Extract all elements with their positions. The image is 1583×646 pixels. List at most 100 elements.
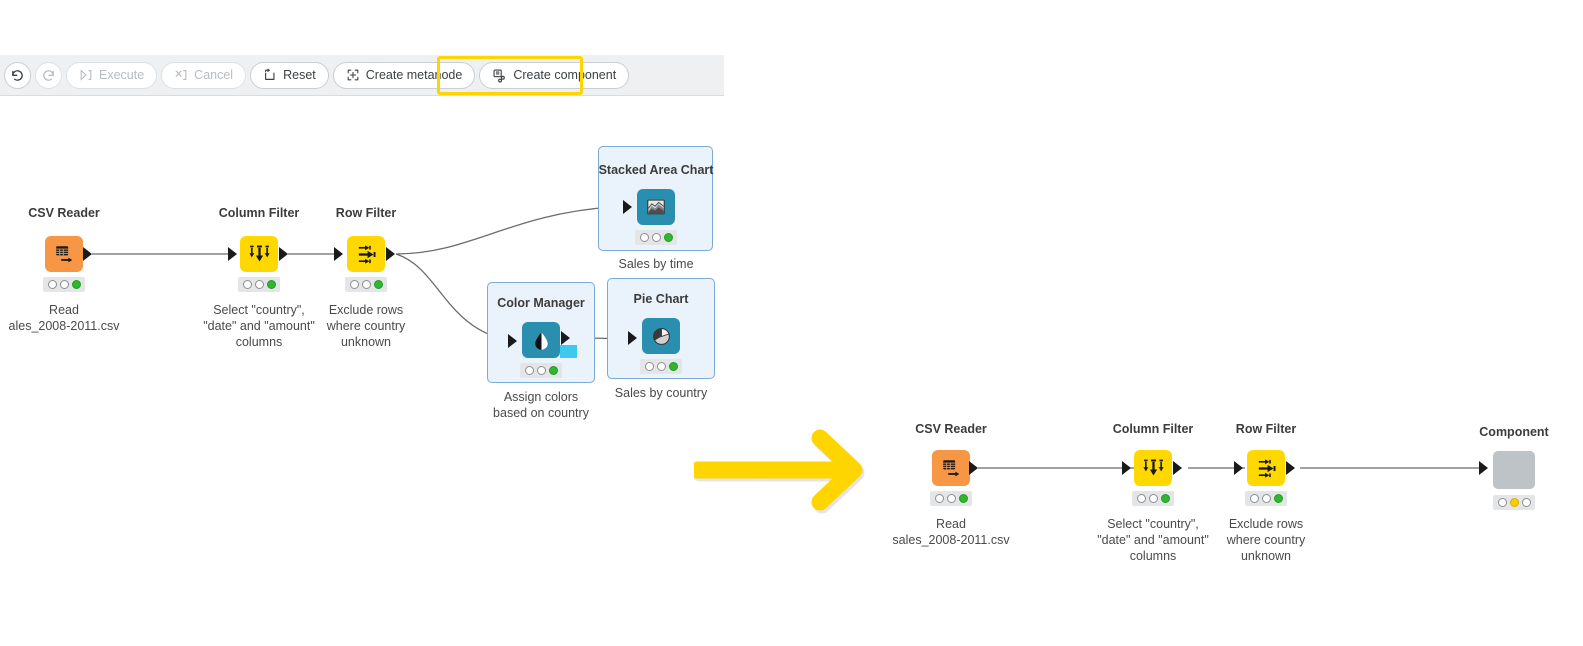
- port-in-component[interactable]: [1479, 461, 1488, 475]
- status-dot-idle: [639, 233, 649, 242]
- status-dot-configured: [1261, 494, 1271, 503]
- component-status: [1493, 495, 1535, 510]
- column-filter-2-status: [1132, 491, 1174, 506]
- port-in-pie-chart[interactable]: [628, 331, 637, 345]
- status-dot-executed: [266, 280, 276, 289]
- column-filter-node-box[interactable]: [240, 236, 278, 272]
- port-out-column-filter-2[interactable]: [1173, 461, 1182, 475]
- stacked-area-chart-status: [635, 230, 677, 245]
- subtitle-line: Assign colors: [503, 390, 579, 404]
- csv-reader-node-box[interactable]: [45, 236, 83, 272]
- node-title: Color Manager: [497, 296, 585, 310]
- column-filter-icon: [248, 243, 271, 266]
- redo-button[interactable]: [35, 61, 62, 89]
- node-row-filter[interactable]: Row Filter Exclude rows where country un…: [327, 206, 406, 349]
- port-in-color-manager[interactable]: [508, 334, 517, 348]
- status-dot-configured: [1148, 494, 1158, 503]
- status-dot-idle: [524, 366, 534, 375]
- port-in-row-filter-2[interactable]: [1234, 461, 1243, 475]
- droplet-icon: [531, 330, 552, 351]
- reset-icon: [263, 68, 277, 82]
- stacked-area-chart-subtitle: Sales by time: [618, 256, 693, 272]
- subtitle-line: columns: [235, 335, 283, 349]
- pie-chart-status: [640, 359, 682, 374]
- pie-chart-node-box[interactable]: [642, 318, 680, 354]
- status-dot-idle: [644, 362, 654, 371]
- subtitle-line: Select "country",: [1107, 517, 1199, 531]
- row-filter-node-box[interactable]: [347, 236, 385, 272]
- execute-icon: [79, 68, 93, 82]
- create-component-label: Create component: [513, 68, 617, 82]
- port-in-column-filter[interactable]: [228, 247, 237, 261]
- create-metanode-button[interactable]: Create metanode: [332, 61, 476, 89]
- status-dot-configured: [946, 494, 956, 503]
- csv-reader-2-subtitle: Read sales_2008-2011.csv: [892, 516, 1009, 548]
- port-out-color-manager[interactable]: [561, 331, 570, 345]
- subtitle-line: "date" and "amount": [1097, 533, 1209, 547]
- color-manager-color-tab: [560, 345, 577, 358]
- status-dot-executed: [548, 366, 558, 375]
- status-dot-executed: [1273, 494, 1283, 503]
- subtitle-line: unknown: [1240, 549, 1292, 563]
- port-in-row-filter[interactable]: [334, 247, 343, 261]
- color-manager-node-box[interactable]: [522, 322, 560, 358]
- undo-button[interactable]: [4, 61, 31, 89]
- node-title: Component: [1479, 425, 1549, 439]
- port-in-stacked-area-chart[interactable]: [623, 200, 632, 214]
- status-dot-executed: [1160, 494, 1170, 503]
- row-filter-2-node-box[interactable]: [1247, 450, 1285, 486]
- csv-reader-2-node-box[interactable]: [932, 450, 970, 486]
- table-import-icon: [940, 457, 962, 479]
- cancel-icon: [174, 68, 188, 82]
- node-stacked-area-chart[interactable]: Stacked Area Chart Sales by time: [599, 163, 714, 271]
- status-dot-executed: [1521, 498, 1531, 507]
- transition-arrow: [689, 424, 892, 521]
- port-in-column-filter-2[interactable]: [1122, 461, 1131, 475]
- status-dot-executed: [663, 233, 673, 242]
- port-out-csv-reader[interactable]: [83, 247, 92, 261]
- csv-reader-subtitle: Read ales_2008-2011.csv: [9, 302, 120, 334]
- subtitle-line: Select "country",: [213, 303, 305, 317]
- csv-reader-status: [43, 277, 85, 292]
- cancel-button[interactable]: Cancel: [161, 61, 247, 89]
- node-component[interactable]: Component: [1479, 425, 1549, 510]
- node-column-filter-2[interactable]: Column Filter Select "country", "date" a…: [1097, 422, 1209, 563]
- node-title: Row Filter: [335, 206, 397, 220]
- area-chart-icon: [645, 196, 667, 218]
- node-title: Column Filter: [1112, 422, 1194, 436]
- color-manager-status: [520, 363, 562, 378]
- stacked-area-chart-node-box[interactable]: [637, 189, 675, 225]
- node-title: Row Filter: [1235, 422, 1297, 436]
- subtitle-line: Sales by time: [618, 257, 694, 271]
- port-out-column-filter[interactable]: [279, 247, 288, 261]
- port-out-csv-reader-2[interactable]: [969, 461, 978, 475]
- node-pie-chart[interactable]: Pie Chart Sales by country: [615, 292, 707, 400]
- column-filter-2-node-box[interactable]: [1134, 450, 1172, 486]
- node-title: CSV Reader: [915, 422, 987, 436]
- subtitle-line: sales_2008-2011.csv: [892, 533, 1010, 547]
- status-dot-idle: [1497, 498, 1507, 507]
- node-csv-reader[interactable]: CSV Reader Read ales_2008-2011.csv: [9, 206, 120, 333]
- node-column-filter[interactable]: Column Filter Select "country", "date" a…: [203, 206, 315, 349]
- component-node-box[interactable]: [1493, 451, 1535, 489]
- subtitle-line: where country: [1226, 533, 1306, 547]
- execute-button[interactable]: Execute: [66, 61, 158, 89]
- status-dot-configured: [651, 233, 661, 242]
- subtitle-line: based on country: [493, 406, 589, 420]
- color-manager-subtitle: Assign colors based on country: [493, 389, 589, 421]
- node-row-filter-2[interactable]: Row Filter Exclude rows where country un…: [1227, 422, 1306, 563]
- column-filter-2-subtitle: Select "country", "date" and "amount" co…: [1097, 516, 1209, 564]
- create-component-button[interactable]: Create component: [479, 61, 630, 89]
- column-filter-status: [238, 277, 280, 292]
- node-color-manager[interactable]: Color Manager Assign colors based on cou…: [493, 296, 589, 420]
- status-dot-idle: [1249, 494, 1259, 503]
- reset-label: Reset: [283, 68, 316, 82]
- table-import-icon: [53, 243, 75, 265]
- port-out-row-filter[interactable]: [386, 247, 395, 261]
- reset-button[interactable]: Reset: [250, 61, 329, 89]
- screenshot-root: Execute Cancel Reset Create metanode Cre…: [0, 0, 1583, 646]
- execute-label: Execute: [99, 68, 145, 82]
- status-dot-configured: [1509, 498, 1519, 507]
- port-out-row-filter-2[interactable]: [1286, 461, 1295, 475]
- node-csv-reader-2[interactable]: CSV Reader Read sales_2008-2011.csv: [892, 422, 1009, 547]
